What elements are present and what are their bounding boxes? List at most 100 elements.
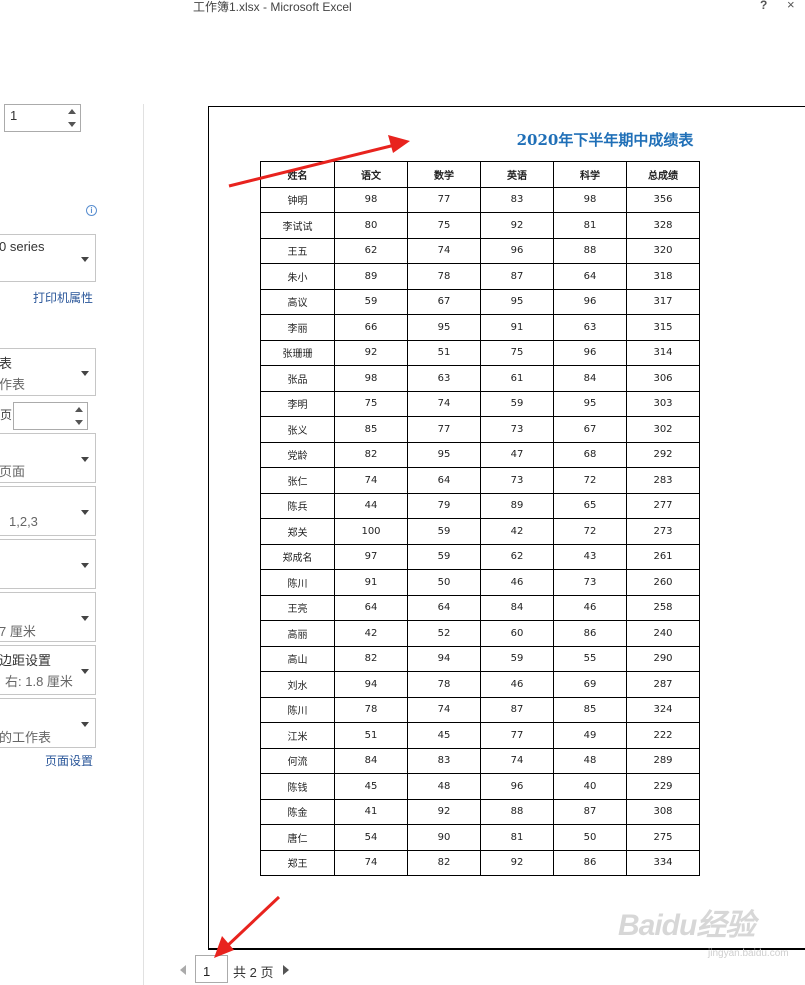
page-setup-link[interactable]: 页面设置 — [45, 752, 93, 769]
score-cell: 98 — [334, 186, 408, 213]
score-cell: 85 — [334, 416, 408, 443]
student-name-cell: 陈兵 — [260, 492, 335, 519]
score-cell: 315 — [626, 314, 700, 341]
page-range-stepper[interactable] — [13, 402, 88, 430]
score-cell: 77 — [407, 186, 481, 213]
student-name-cell: 钟明 — [260, 186, 335, 213]
score-cell: 82 — [334, 645, 408, 672]
margins-label: 边距设置 — [0, 653, 52, 668]
score-cell: 51 — [334, 722, 408, 749]
score-cell: 55 — [553, 645, 627, 672]
help-icon[interactable]: ? — [760, 0, 767, 12]
table-row: 何流 84 83 74 48 289 — [260, 747, 700, 774]
score-cell: 83 — [480, 186, 554, 213]
score-cell: 73 — [480, 416, 554, 443]
orientation-dropdown[interactable] — [0, 539, 96, 589]
score-cell: 273 — [626, 518, 700, 545]
chevron-down-icon — [81, 563, 89, 568]
student-name-cell: 张品 — [260, 365, 335, 392]
current-page-input[interactable]: 1 — [195, 955, 228, 983]
score-cell: 287 — [626, 671, 700, 698]
score-cell: 92 — [480, 212, 554, 239]
table-row: 李试试 80 75 92 81 328 — [260, 212, 700, 239]
chevron-down-icon — [81, 669, 89, 674]
score-cell: 59 — [407, 518, 481, 545]
page-range-arrows[interactable] — [71, 403, 87, 429]
table-row: 张珊珊 92 51 75 96 314 — [260, 339, 700, 366]
score-cell: 74 — [480, 747, 554, 774]
scaling-value: 的工作表 — [0, 730, 52, 745]
print-what-value: 作表 — [0, 377, 26, 392]
score-cell: 64 — [334, 594, 408, 621]
stepper-down-icon[interactable] — [75, 420, 83, 425]
student-name-cell: 郑关 — [260, 518, 335, 545]
student-name-cell: 高议 — [260, 288, 335, 315]
score-cell: 74 — [334, 849, 408, 876]
student-name-cell: 郑成名 — [260, 543, 335, 570]
copies-stepper[interactable]: 1 — [4, 104, 81, 132]
collation-dropdown[interactable]: 1,2,3 — [0, 486, 96, 536]
score-cell: 74 — [407, 237, 481, 264]
score-cell: 258 — [626, 594, 700, 621]
score-cell: 84 — [553, 365, 627, 392]
score-cell: 75 — [407, 212, 481, 239]
column-header: 科学 — [553, 161, 627, 188]
score-cell: 67 — [553, 416, 627, 443]
column-header: 姓名 — [260, 161, 335, 188]
stepper-up-icon[interactable] — [75, 407, 83, 412]
score-cell: 222 — [626, 722, 700, 749]
score-cell: 63 — [407, 365, 481, 392]
printer-properties-link[interactable]: 打印机属性 — [33, 289, 93, 306]
score-cell: 95 — [553, 390, 627, 417]
score-cell: 240 — [626, 620, 700, 647]
score-cell: 51 — [407, 339, 481, 366]
student-name-cell: 江米 — [260, 722, 335, 749]
column-header: 语文 — [334, 161, 408, 188]
close-icon[interactable]: × — [787, 0, 795, 12]
score-cell: 289 — [626, 747, 700, 774]
score-cell: 314 — [626, 339, 700, 366]
score-cell: 52 — [407, 620, 481, 647]
table-row: 张品 98 63 61 84 306 — [260, 365, 700, 392]
table-row: 陈兵 44 79 89 65 277 — [260, 492, 700, 519]
score-cell: 59 — [480, 645, 554, 672]
scaling-dropdown[interactable]: 的工作表 — [0, 698, 96, 748]
student-name-cell: 何流 — [260, 747, 335, 774]
margins-dropdown[interactable]: 边距设置 右: 1.8 厘米 — [0, 645, 96, 695]
print-what-dropdown[interactable]: 表 作表 — [0, 348, 96, 396]
score-cell: 85 — [553, 696, 627, 723]
score-cell: 73 — [553, 569, 627, 596]
score-cell: 89 — [480, 492, 554, 519]
score-cell: 81 — [480, 824, 554, 851]
table-row: 朱小 89 78 87 64 318 — [260, 263, 700, 290]
column-header: 数学 — [407, 161, 481, 188]
paper-size-dropdown[interactable]: 7 厘米 — [0, 592, 96, 642]
print-sides-dropdown[interactable]: 页面 — [0, 433, 96, 483]
score-cell: 40 — [553, 773, 627, 800]
watermark-url: jingyan.baidu.com — [708, 948, 789, 959]
info-icon[interactable]: i — [86, 205, 97, 216]
stepper-up-icon[interactable] — [68, 109, 76, 114]
previous-page-icon[interactable] — [180, 965, 186, 975]
copies-stepper-arrows[interactable] — [64, 105, 80, 131]
baidu-watermark: Baidu经验 jingyan.baidu.com — [618, 900, 789, 959]
total-pages-text: 共 2 页 — [233, 965, 274, 980]
score-cell: 290 — [626, 645, 700, 672]
table-row: 高议 59 67 95 96 317 — [260, 288, 700, 315]
score-cell: 49 — [553, 722, 627, 749]
score-cell: 75 — [334, 390, 408, 417]
score-cell: 96 — [553, 339, 627, 366]
score-cell: 88 — [553, 237, 627, 264]
score-cell: 74 — [407, 390, 481, 417]
next-page-icon[interactable] — [283, 965, 289, 975]
stepper-down-icon[interactable] — [68, 122, 76, 127]
score-cell: 229 — [626, 773, 700, 800]
score-cell: 62 — [334, 237, 408, 264]
score-cell: 303 — [626, 390, 700, 417]
printer-dropdown[interactable]: 0 series — [0, 234, 96, 282]
score-cell: 72 — [553, 518, 627, 545]
student-name-cell: 高丽 — [260, 620, 335, 647]
score-cell: 54 — [334, 824, 408, 851]
printer-name: 0 series — [0, 239, 45, 254]
score-cell: 98 — [334, 365, 408, 392]
